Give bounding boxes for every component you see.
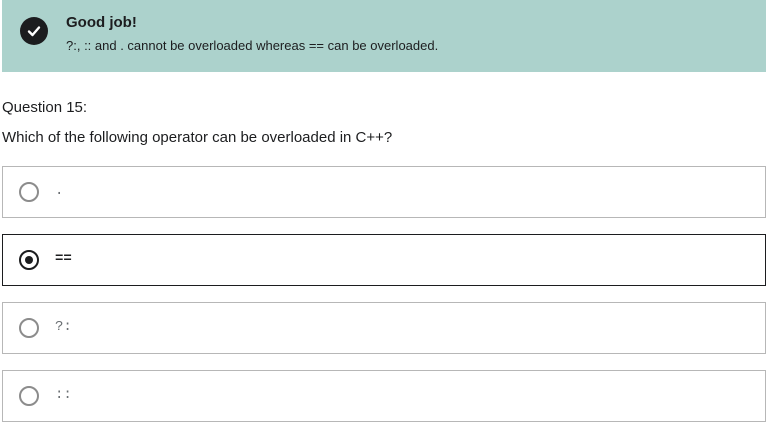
answer-option[interactable]: :: xyxy=(2,370,766,422)
answer-option-label: == xyxy=(55,251,72,267)
feedback-title: Good job! xyxy=(66,14,137,31)
answer-option-label: :: xyxy=(55,387,72,403)
feedback-banner: Good job! ?:, :: and . cannot be overloa… xyxy=(2,0,766,72)
answer-option-label: . xyxy=(55,183,64,199)
check-circle-icon xyxy=(20,17,48,45)
question-number: Question 15: xyxy=(2,99,88,116)
question-prompt: Which of the following operator can be o… xyxy=(2,129,393,146)
radio-button[interactable] xyxy=(19,182,39,202)
answer-option[interactable]: == xyxy=(2,234,766,286)
answer-option[interactable]: . xyxy=(2,166,766,218)
feedback-explanation: ?:, :: and . cannot be overloaded wherea… xyxy=(66,38,439,53)
radio-button[interactable] xyxy=(19,386,39,406)
radio-selected-dot xyxy=(25,256,33,264)
answer-option[interactable]: ?: xyxy=(2,302,766,354)
answer-option-label: ?: xyxy=(55,319,72,335)
radio-button[interactable] xyxy=(19,250,39,270)
radio-button[interactable] xyxy=(19,318,39,338)
